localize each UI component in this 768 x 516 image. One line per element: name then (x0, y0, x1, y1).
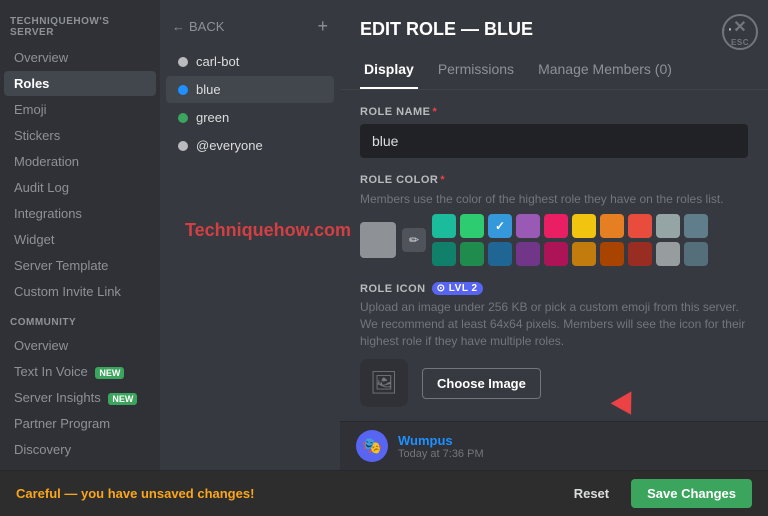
back-button[interactable]: ← BACK (172, 19, 224, 34)
role-item-carl-bot[interactable]: carl-bot (166, 48, 334, 75)
wumpus-preview-bar: 🎭 Wumpus Today at 7:36 PM (340, 421, 768, 470)
sidebar-item-server-insights[interactable]: Server Insights NEW (4, 385, 156, 410)
sidebar: TECHNIQUEHOW'S SERVER Overview Roles Emo… (0, 0, 160, 470)
sidebar-item-overview[interactable]: Overview (4, 45, 156, 70)
lvl-badge: ⊙ LVL 2 (432, 282, 483, 295)
color-swatch-2[interactable] (488, 214, 512, 238)
back-label: BACK (189, 19, 224, 34)
wumpus-name: Wumpus (398, 433, 752, 448)
role-color-section: ROLE COLOR* Members use the color of the… (360, 174, 748, 266)
sidebar-item-discovery[interactable]: Discovery (4, 437, 156, 462)
role-name-everyone: @everyone (196, 138, 263, 153)
role-item-everyone[interactable]: @everyone (166, 132, 334, 159)
role-dot-blue (178, 85, 188, 95)
sidebar-item-custom-invite[interactable]: Custom Invite Link (4, 279, 156, 304)
role-name-blue: blue (196, 82, 221, 97)
color-swatch-19[interactable] (684, 242, 708, 266)
color-swatch-4[interactable] (544, 214, 568, 238)
sidebar-item-partner-program[interactable]: Partner Program (4, 411, 156, 436)
wumpus-avatar: 🎭 (356, 430, 388, 462)
page-title: EDIT ROLE — BLUE (360, 19, 700, 40)
color-swatch-13[interactable] (516, 242, 540, 266)
role-dot-green (178, 113, 188, 123)
color-swatch-3[interactable] (516, 214, 540, 238)
esc-button[interactable]: ✕ ESC (722, 14, 758, 50)
sidebar-item-server-template[interactable]: Server Template (4, 253, 156, 278)
role-item-blue[interactable]: blue (166, 76, 334, 103)
role-icon-default-icon: 🖼 (370, 370, 398, 396)
role-icon-placeholder: 🖼 (360, 359, 408, 407)
color-swatch-6[interactable] (600, 214, 624, 238)
sidebar-item-audit-log[interactable]: Audit Log (4, 175, 156, 200)
color-grid (432, 214, 708, 266)
role-dot-everyone (178, 141, 188, 151)
color-swatch-18[interactable] (656, 242, 680, 266)
tab-display[interactable]: Display (360, 55, 418, 89)
sidebar-item-text-in-voice[interactable]: Text In Voice NEW (4, 359, 156, 384)
sidebar-item-integrations[interactable]: Integrations (4, 201, 156, 226)
role-icon-label: ROLE ICON ⊙ LVL 2 (360, 282, 748, 295)
sidebar-item-emoji[interactable]: Emoji (4, 97, 156, 122)
color-swatch-16[interactable] (600, 242, 624, 266)
color-swatch-17[interactable] (628, 242, 652, 266)
unsaved-changes-text: Careful — you have unsaved changes! (16, 486, 552, 501)
color-swatch-0[interactable] (432, 214, 456, 238)
wumpus-timestamp: Today at 7:36 PM (398, 448, 752, 460)
main-content: EDIT ROLE — BLUE ··· Display Permissions… (340, 0, 768, 470)
role-name-label: ROLE NAME* (360, 106, 748, 118)
panel-header: ← BACK + (160, 10, 340, 47)
role-icon-section: ROLE ICON ⊙ LVL 2 Upload an image under … (360, 282, 748, 407)
back-arrow-icon: ← (172, 19, 185, 34)
color-swatch-8[interactable] (656, 214, 680, 238)
color-swatch-12[interactable] (488, 242, 512, 266)
sidebar-item-moderation[interactable]: Moderation (4, 149, 156, 174)
close-icon: ✕ (733, 17, 746, 37)
role-name-green: green (196, 110, 229, 125)
wumpus-avatar-icon: 🎭 (362, 436, 382, 456)
color-picker-row: ✏ (360, 214, 748, 266)
server-name: TECHNIQUEHOW'S SERVER (0, 12, 160, 44)
add-role-button[interactable]: + (317, 16, 328, 37)
wumpus-info: Wumpus Today at 7:36 PM (398, 433, 752, 460)
role-name-input[interactable] (360, 124, 748, 158)
current-color-swatch[interactable] (360, 222, 396, 258)
save-changes-button[interactable]: Save Changes (631, 479, 752, 508)
color-swatch-14[interactable] (544, 242, 568, 266)
role-color-hint: Members use the color of the highest rol… (360, 192, 748, 206)
esc-label: ESC (731, 38, 749, 47)
tab-bar: Display Permissions Manage Members (0) (340, 45, 768, 90)
color-swatch-15[interactable] (572, 242, 596, 266)
choose-image-button[interactable]: Choose Image (422, 368, 541, 399)
sidebar-item-roles[interactable]: Roles (4, 71, 156, 96)
edit-role-header: EDIT ROLE — BLUE ··· (340, 0, 768, 45)
role-color-label: ROLE COLOR* (360, 174, 748, 186)
footer-bar: Careful — you have unsaved changes! Rese… (0, 470, 768, 516)
sidebar-item-membership-screening[interactable]: Membership Screening (4, 463, 156, 470)
color-swatch-5[interactable] (572, 214, 596, 238)
community-section-label: COMMUNITY (0, 305, 160, 332)
color-swatch-9[interactable] (684, 214, 708, 238)
roles-list-panel: ← BACK + carl-bot blue green @everyone (160, 0, 340, 470)
role-name-carl-bot: carl-bot (196, 54, 239, 69)
tab-manage-members[interactable]: Manage Members (0) (534, 55, 676, 89)
sidebar-item-stickers[interactable]: Stickers (4, 123, 156, 148)
role-item-green[interactable]: green (166, 104, 334, 131)
tab-permissions[interactable]: Permissions (434, 55, 518, 89)
new-badge-text-in-voice: NEW (95, 367, 124, 379)
sidebar-item-widget[interactable]: Widget (4, 227, 156, 252)
color-swatch-10[interactable] (432, 242, 456, 266)
color-swatch-7[interactable] (628, 214, 652, 238)
color-swatch-11[interactable] (460, 242, 484, 266)
color-swatch-1[interactable] (460, 214, 484, 238)
role-dot-carl-bot (178, 57, 188, 67)
sidebar-item-community-overview[interactable]: Overview (4, 333, 156, 358)
new-badge-server-insights: NEW (108, 393, 137, 405)
color-edit-button[interactable]: ✏ (402, 228, 426, 252)
reset-button[interactable]: Reset (562, 480, 621, 507)
tab-content-display: ROLE NAME* ROLE COLOR* Members use the c… (340, 90, 768, 421)
role-icon-row: 🖼 Choose Image (360, 359, 748, 407)
role-icon-description: Upload an image under 256 KB or pick a c… (360, 299, 748, 349)
